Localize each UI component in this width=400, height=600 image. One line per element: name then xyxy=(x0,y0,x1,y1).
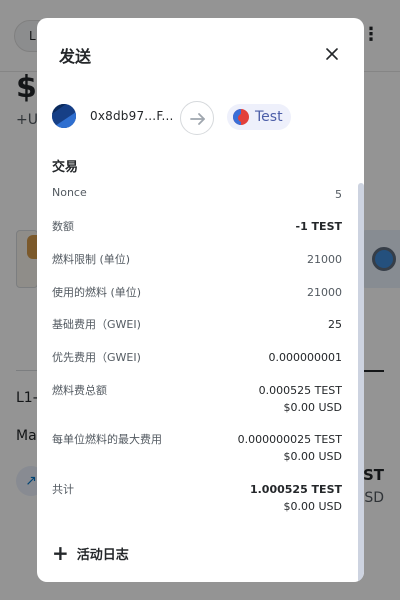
row-value: 25 xyxy=(328,318,342,331)
row-label: 使用的燃料 (单位) xyxy=(52,286,142,299)
row-value: 0.000525 TEST $0.00 USD xyxy=(258,384,342,414)
row-value: 21000 xyxy=(307,253,342,266)
row-max-fee-per-gas: 每单位燃料的最大费用 0.000000025 TEST $0.00 USD xyxy=(52,431,342,465)
row-total-gas-fee: 燃料费总额 0.000525 TEST $0.00 USD xyxy=(52,382,342,416)
row-label: 每单位燃料的最大费用 xyxy=(52,433,162,446)
from-account-avatar xyxy=(52,104,76,128)
row-value: -1 TEST xyxy=(295,220,343,233)
to-account-label: Test xyxy=(255,109,283,125)
modal-title: 发送 xyxy=(59,47,92,66)
row-value: 0.000000025 TEST $0.00 USD xyxy=(237,433,342,463)
row-label: 优先费用（GWEI) xyxy=(52,351,141,364)
row-nonce: Nonce 5 xyxy=(52,186,342,203)
row-label: 数额 xyxy=(52,220,74,233)
plus-icon: + xyxy=(52,541,69,565)
row-label: Nonce xyxy=(52,186,87,199)
close-icon xyxy=(326,48,338,60)
send-modal: 发送 0x8db97...F... Test 交易 Nonce 5 数额 -1 … xyxy=(37,18,364,582)
row-label: 燃料费总额 xyxy=(52,384,107,397)
row-value: 1.000525 TEST $0.00 USD xyxy=(249,483,342,513)
row-label: 基础费用（GWEI) xyxy=(52,318,141,331)
from-address[interactable]: 0x8db97...F... xyxy=(90,109,174,123)
to-account-pill[interactable]: Test xyxy=(227,104,291,130)
row-base-fee: 基础费用（GWEI) 25 xyxy=(52,316,342,333)
row-amount: 数额 -1 TEST xyxy=(52,218,342,235)
activity-log-toggle[interactable]: + 活动日志 xyxy=(52,543,129,563)
row-priority-fee: 优先费用（GWEI) 0.000000001 xyxy=(52,349,342,366)
close-button[interactable] xyxy=(320,42,344,66)
row-gas-used: 使用的燃料 (单位) 21000 xyxy=(52,284,342,301)
row-value: 5 xyxy=(335,188,342,201)
row-value: 0.000000001 xyxy=(268,351,342,364)
row-value: 21000 xyxy=(307,286,342,299)
arrow-right-icon xyxy=(190,113,205,125)
row-label: 共计 xyxy=(52,483,74,496)
row-label: 燃料限制 (单位) xyxy=(52,253,131,266)
row-gas-limit: 燃料限制 (单位) 21000 xyxy=(52,251,342,268)
activity-log-label: 活动日志 xyxy=(76,547,129,563)
scrollbar[interactable] xyxy=(358,183,364,582)
to-account-icon xyxy=(233,109,249,125)
transaction-section-title: 交易 xyxy=(52,160,79,175)
row-total: 共计 1.000525 TEST $0.00 USD xyxy=(52,481,342,515)
direction-arrow xyxy=(180,101,214,135)
